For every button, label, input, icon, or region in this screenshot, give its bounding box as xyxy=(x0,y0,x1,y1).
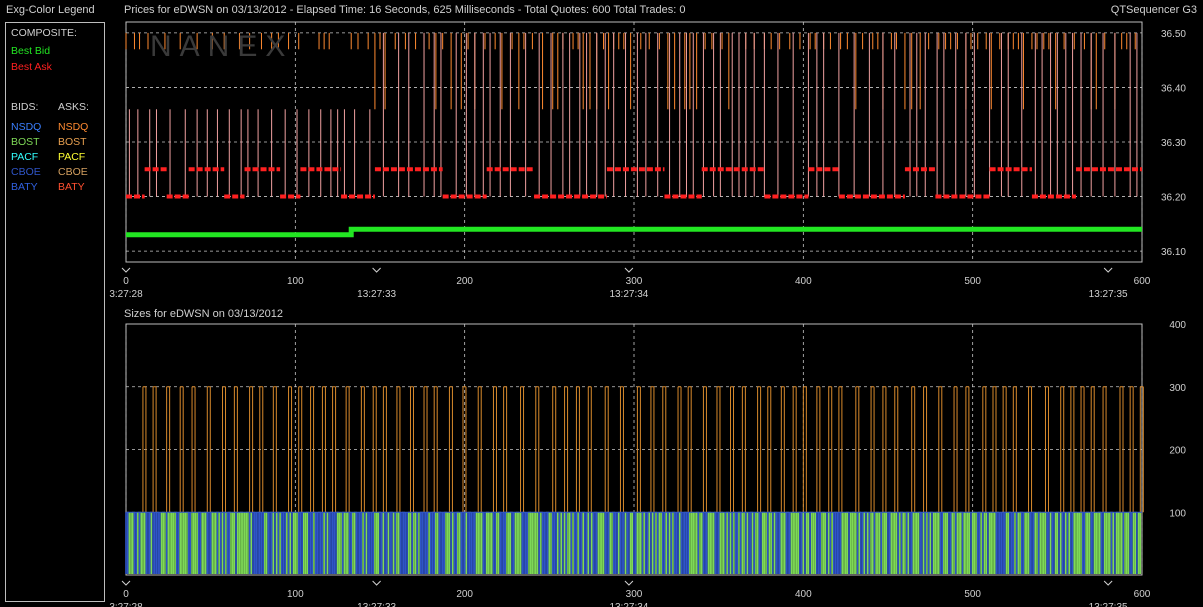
size-x-tick-label: 500 xyxy=(964,589,981,600)
price-x-tick-label: 600 xyxy=(1134,276,1151,287)
price-x-tick-label: 300 xyxy=(626,276,643,287)
size-time-label: 3:27:28 xyxy=(109,602,143,607)
size-x-tick-label: 600 xyxy=(1134,589,1151,600)
size-x-tick-label: 200 xyxy=(456,589,473,600)
size-time-marker xyxy=(1103,580,1113,586)
price-time-marker xyxy=(372,267,381,273)
size-time-marker xyxy=(121,580,131,586)
size-time-marker xyxy=(624,580,634,586)
size-x-tick-label: 300 xyxy=(626,589,643,600)
size-time-label: 13:27:33 xyxy=(357,602,396,607)
price-time-marker xyxy=(1103,267,1113,273)
price-x-tick-label: 0 xyxy=(123,276,129,287)
price-y-tick-label: 36.40 xyxy=(1161,83,1186,94)
size-y-tick-label: 400 xyxy=(1169,320,1186,331)
price-time-label: 13:27:33 xyxy=(357,289,396,300)
price-x-tick-label: 200 xyxy=(456,276,473,287)
size-x-tick-label: 100 xyxy=(287,589,304,600)
size-x-tick-label: 0 xyxy=(123,589,129,600)
size-time-label: 13:27:34 xyxy=(609,602,648,607)
price-time-marker xyxy=(121,267,131,273)
size-x-tick-label: 400 xyxy=(795,589,812,600)
price-time-label: 3:27:28 xyxy=(109,289,143,300)
price-y-tick-label: 36.10 xyxy=(1161,247,1186,258)
size-time-marker xyxy=(372,580,381,586)
size-y-tick-label: 100 xyxy=(1169,508,1186,519)
prices-chart: 0 100 200 300 400 500 600 3:27:28 13:27:33 13:27:… xyxy=(109,21,1186,300)
size-y-tick-label: 200 xyxy=(1169,446,1186,457)
charts-canvas: 0 100 200 300 400 500 600 3:27:28 13:27:33 13:27:… xyxy=(109,21,1186,607)
price-y-tick-label: 36.20 xyxy=(1161,193,1186,204)
price-time-label: 13:27:35 xyxy=(1089,289,1128,300)
sizes-chart: 0 100 200 300 400 500 600 3:27:28 13:27:33 13:27:… xyxy=(109,320,1186,607)
price-y-tick-label: 36.30 xyxy=(1161,138,1186,149)
price-time-label: 13:27:34 xyxy=(609,289,648,300)
price-x-tick-label: 400 xyxy=(795,276,812,287)
price-time-marker xyxy=(624,267,634,273)
price-x-tick-label: 100 xyxy=(287,276,304,287)
price-x-tick-label: 500 xyxy=(964,276,981,287)
nanex-watermark: NANEX xyxy=(150,30,293,63)
price-y-tick-label: 36.50 xyxy=(1161,29,1186,40)
size-y-tick-label: 300 xyxy=(1169,383,1186,394)
size-time-label: 13:27:35 xyxy=(1089,602,1128,607)
